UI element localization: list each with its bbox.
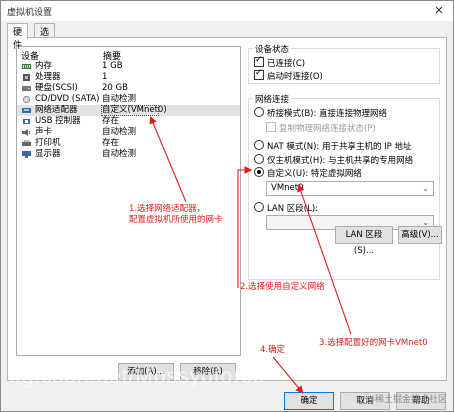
arrow-step1 [149,115,187,203]
annotation-arrows [149,115,352,394]
tab-hardware[interactable]: 硬件 [7,23,29,51]
url-watermark: og.csdn.net/Mossyoforce [9,365,266,388]
arrow-step3 [297,183,352,335]
corner-watermark: @稀土掘金技术社区 [365,395,447,405]
arrow-step4 [272,356,304,394]
vm-settings-window: 虚拟机设置 ✕ 硬件 选项 设备 摘要 内存 1 GB 处理器 1 硬盘(SCS… [0,0,454,412]
arrow-step2 [237,166,253,288]
